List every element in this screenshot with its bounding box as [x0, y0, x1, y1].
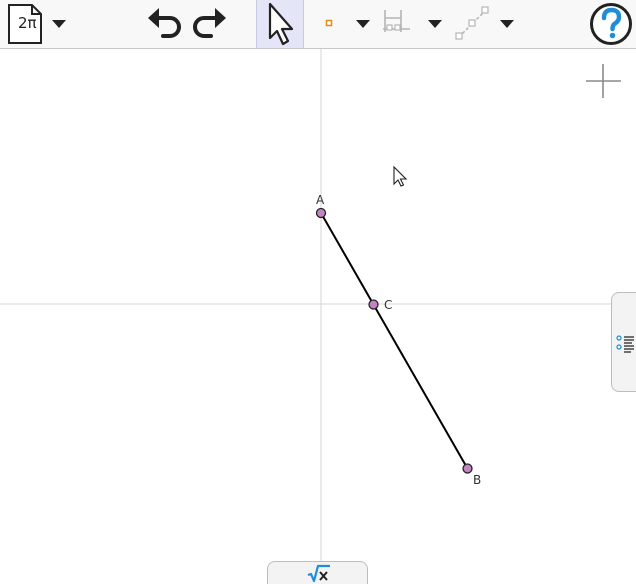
graphics-view[interactable]: A C B	[0, 49, 636, 584]
mouse-cursor-icon	[393, 165, 408, 187]
line-tool-dropdown[interactable]	[497, 0, 519, 48]
undo-icon	[148, 8, 181, 38]
chevron-down-icon	[356, 20, 370, 28]
point-tool-dropdown[interactable]	[353, 0, 375, 48]
help-button[interactable]	[588, 0, 634, 48]
geometry-app: 2π A C B	[0, 0, 636, 584]
chevron-down-icon	[428, 20, 442, 28]
line-tool-icon	[455, 6, 489, 40]
algebra-view-toggle[interactable]	[611, 292, 636, 392]
input-bar-toggle[interactable]	[267, 561, 368, 584]
point-b[interactable]	[462, 463, 473, 474]
point-c-label: C	[384, 298, 392, 312]
toolbar: 2π	[0, 0, 636, 49]
help-icon	[590, 3, 632, 45]
zoom-plus-button[interactable]	[584, 63, 622, 101]
cursor-arrow-icon	[268, 2, 294, 46]
chevron-down-icon	[52, 20, 66, 28]
undo-button[interactable]	[144, 0, 184, 48]
file-menu-dropdown[interactable]	[48, 0, 70, 48]
input-bar-sqrt-icon	[307, 564, 330, 583]
perpendicular-tool-button[interactable]	[380, 0, 416, 48]
point-a[interactable]	[315, 207, 327, 219]
point-b-label: B	[473, 473, 481, 487]
chevron-down-icon	[500, 20, 514, 28]
segment-ab[interactable]	[320, 212, 469, 469]
point-tool-icon	[325, 19, 333, 27]
redo-icon	[193, 8, 226, 38]
perpendicular-tool-icon	[383, 10, 410, 32]
graphics-canvas[interactable]: A C B	[0, 49, 636, 584]
redo-button[interactable]	[190, 0, 230, 48]
point-tool-button[interactable]	[318, 0, 340, 48]
algebra-view-icon	[616, 335, 634, 353]
line-tool-button[interactable]	[452, 0, 492, 48]
point-c[interactable]	[368, 299, 379, 310]
file-button-label: 2π	[18, 14, 37, 32]
move-tool-button[interactable]	[256, 0, 304, 48]
point-a-label: A	[316, 193, 325, 207]
new-file-button[interactable]: 2π	[4, 0, 44, 48]
perpendicular-tool-dropdown[interactable]	[425, 0, 447, 48]
